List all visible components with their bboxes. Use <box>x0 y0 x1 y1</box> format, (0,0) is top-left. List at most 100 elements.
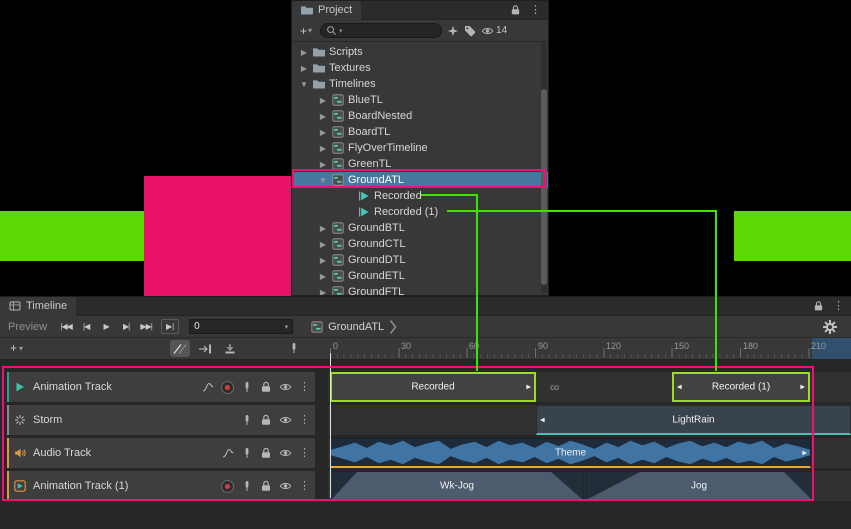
next-frame-button[interactable]: ▶| <box>117 320 135 333</box>
lock-icon[interactable] <box>510 4 521 16</box>
foldout-icon[interactable]: ▶ <box>318 160 328 169</box>
pin-icon[interactable] <box>241 480 253 492</box>
clip-recorded-1[interactable]: ◀ Recorded (1) ▶ <box>672 372 810 402</box>
tree-item-timelines[interactable]: ▼ Timelines <box>292 76 548 92</box>
tab-project[interactable]: Project <box>292 1 361 20</box>
preview-toggle[interactable]: Preview <box>8 321 47 333</box>
ripple-mode-button[interactable] <box>195 340 215 357</box>
track-menu-icon[interactable]: ⋮ <box>299 382 310 393</box>
foldout-icon[interactable]: ▶ <box>318 288 328 297</box>
foldout-icon[interactable]: ▶ <box>318 96 328 105</box>
tree-item-greentl[interactable]: ▶ GreenTL <box>292 156 548 172</box>
pin-icon[interactable] <box>241 447 253 459</box>
create-asset-button[interactable]: + ▾ <box>297 23 315 39</box>
foldout-icon[interactable]: ▶ <box>318 128 328 137</box>
track-menu-icon[interactable]: ⋮ <box>299 415 310 426</box>
timeline-ruler[interactable]: 0 30 60 90 120 150 180 210 <box>328 338 851 359</box>
ruler-tick-label: 90 <box>538 341 548 351</box>
timeline-asset-icon <box>332 174 344 186</box>
search-input[interactable] <box>345 25 436 36</box>
tree-item-grounddtl[interactable]: ▶ GroundDTL <box>292 252 548 268</box>
marker-track-toggle[interactable] <box>288 342 300 354</box>
dropdown-arrow-icon: ▾ <box>308 26 312 35</box>
window-menu-icon[interactable]: ⋮ <box>530 5 541 16</box>
tree-item-groundatl[interactable]: ▼ GroundATL <box>292 172 548 188</box>
tree-item-recorded[interactable]: Recorded <box>292 188 548 204</box>
curves-icon[interactable] <box>222 447 234 459</box>
tab-timeline[interactable]: Timeline <box>0 297 76 316</box>
eye-icon[interactable] <box>279 447 292 459</box>
lock-icon[interactable] <box>260 414 272 426</box>
play-range-toggle[interactable]: ▶| <box>161 319 179 334</box>
tree-item-bluetl[interactable]: ▶ BlueTL <box>292 92 548 108</box>
tree-item-groundbtl[interactable]: ▶ GroundBTL <box>292 220 548 236</box>
playhead[interactable] <box>330 353 331 498</box>
foldout-icon[interactable]: ▼ <box>299 80 309 89</box>
foldout-icon[interactable]: ▶ <box>299 64 309 73</box>
scrollbar[interactable] <box>541 43 547 293</box>
settings-button[interactable] <box>823 320 837 334</box>
timeline-asset-icon <box>332 158 344 170</box>
lock-icon[interactable] <box>260 381 272 393</box>
goto-end-button[interactable]: ▶▶| <box>137 320 155 333</box>
clip-theme[interactable]: Theme ▶ <box>330 438 811 468</box>
tree-item-groundctl[interactable]: ▶ GroundCTL <box>292 236 548 252</box>
eye-icon[interactable] <box>279 414 292 426</box>
tree-item-boardtl[interactable]: ▶ BoardTL <box>292 124 548 140</box>
foldout-icon[interactable]: ▶ <box>318 240 328 249</box>
track-menu-icon[interactable]: ⋮ <box>299 481 310 492</box>
record-button[interactable] <box>221 480 234 493</box>
tree-item-flyovertimeline[interactable]: ▶ FlyOverTimeline <box>292 140 548 156</box>
breadcrumb-groundatl[interactable]: GroundATL <box>311 319 397 335</box>
search-by-label-button[interactable] <box>464 25 476 37</box>
record-button[interactable] <box>221 381 234 394</box>
timeline-asset-icon <box>332 254 344 266</box>
add-track-button[interactable]: + ▾ <box>10 341 23 355</box>
foldout-icon[interactable]: ▶ <box>318 272 328 281</box>
track-header-animation-track[interactable]: Animation Track ⋮ <box>7 372 315 402</box>
timeline-asset-icon <box>332 126 344 138</box>
lock-icon[interactable] <box>260 480 272 492</box>
pin-icon[interactable] <box>241 381 253 393</box>
track-header-animation-track-1[interactable]: Animation Track (1) ⋮ <box>7 471 315 501</box>
project-search-field[interactable]: ▾ <box>320 23 442 38</box>
play-button[interactable]: ▶ <box>97 320 115 333</box>
scrollbar-thumb[interactable] <box>541 89 547 285</box>
clip-recorded[interactable]: Recorded ▶ <box>330 372 536 402</box>
track-menu-icon[interactable]: ⋮ <box>299 448 310 459</box>
foldout-icon[interactable]: ▼ <box>318 176 328 185</box>
window-menu-icon[interactable]: ⋮ <box>833 301 844 312</box>
frame-field[interactable]: 0 ▾ <box>189 319 293 334</box>
clip-wk-jog[interactable]: Wk-Jog <box>330 471 584 501</box>
eye-icon[interactable] <box>279 381 292 393</box>
foldout-icon[interactable]: ▶ <box>318 224 328 233</box>
tree-item-recorded-1[interactable]: Recorded (1) <box>292 204 548 220</box>
goto-start-button[interactable]: |◀◀ <box>57 320 75 333</box>
tree-item-boardnested[interactable]: ▶ BoardNested <box>292 108 548 124</box>
tree-item-scripts[interactable]: ▶ Scripts <box>292 44 548 60</box>
clip-jog[interactable]: Jog <box>585 471 813 501</box>
replace-mode-button[interactable] <box>220 340 240 357</box>
mix-mode-button[interactable] <box>170 340 190 357</box>
track-header-audio-track[interactable]: Audio Track ⋮ <box>7 438 315 468</box>
foldout-icon[interactable]: ▶ <box>318 112 328 121</box>
eye-icon[interactable] <box>279 480 292 492</box>
lock-icon[interactable] <box>260 447 272 459</box>
lock-icon[interactable] <box>813 300 824 312</box>
previous-frame-button[interactable]: |◀ <box>77 320 95 333</box>
tree-item-groundftl[interactable]: ▶ GroundFTL <box>292 284 548 296</box>
foldout-icon[interactable]: ▶ <box>318 144 328 153</box>
hidden-packages-count: 14 <box>496 25 507 36</box>
clip-lightrain[interactable]: ◀ LightRain <box>536 405 851 435</box>
tree-item-textures[interactable]: ▶ Textures <box>292 60 548 76</box>
timeline-asset-icon <box>332 94 344 106</box>
foldout-icon[interactable]: ▶ <box>299 48 309 57</box>
hidden-packages-toggle[interactable]: 14 <box>481 25 507 37</box>
pin-icon <box>288 342 300 354</box>
track-header-storm[interactable]: Storm ⋮ <box>7 405 315 435</box>
search-by-type-button[interactable] <box>447 25 459 37</box>
curves-icon[interactable] <box>202 381 214 393</box>
tree-item-groundetl[interactable]: ▶ GroundETL <box>292 268 548 284</box>
pin-icon[interactable] <box>241 414 253 426</box>
foldout-icon[interactable]: ▶ <box>318 256 328 265</box>
